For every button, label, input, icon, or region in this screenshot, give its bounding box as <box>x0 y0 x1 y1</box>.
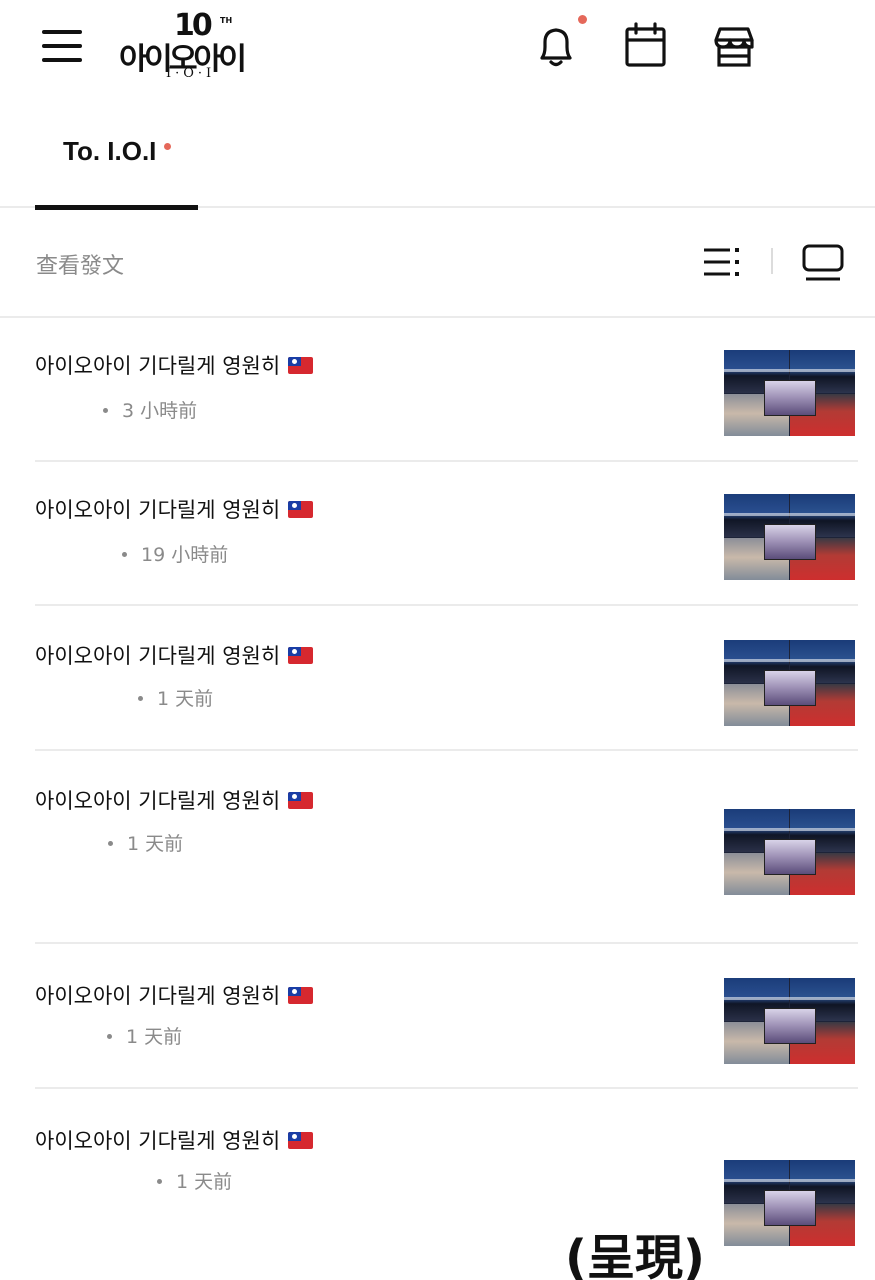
tab-new-dot <box>164 143 171 150</box>
post-thumbnail <box>724 350 855 436</box>
logo-anniversary-suffix: TH <box>220 16 233 25</box>
taiwan-flag-icon <box>288 647 314 664</box>
post-item[interactable]: 아이오아이 기다릴게 영원히 1 天前 <box>35 1089 858 1280</box>
app-header: 10 TH 아이오아이 I·O·I <box>0 0 875 96</box>
post-item[interactable]: 아이오아이 기다릴게 영원히 19 小時前 <box>35 462 858 606</box>
view-posts-label: 查看發文 <box>36 254 125 279</box>
watermark-caption: (呈現) <box>565 1230 705 1280</box>
logo-subtitle: I·O·I <box>166 66 216 81</box>
post-time: 19 小時前 <box>122 540 228 567</box>
post-toolbar: 查看發文 <box>0 210 875 318</box>
tab-label: To. I.O.I <box>63 136 157 166</box>
taiwan-flag-icon <box>288 501 314 518</box>
post-thumbnail <box>724 494 855 580</box>
post-thumbnail <box>724 809 855 895</box>
ioi-10th-logo[interactable]: 10 TH 아이오아이 I·O·I <box>118 8 288 82</box>
post-time: 3 小時前 <box>103 396 197 423</box>
list-view-icon[interactable] <box>700 242 744 282</box>
post-time: 1 天前 <box>157 1167 232 1194</box>
taiwan-flag-icon <box>288 792 314 809</box>
post-title: 아이오아이 기다릴게 영원히 <box>35 350 314 380</box>
toolbar-divider <box>771 248 773 274</box>
taiwan-flag-icon <box>288 1132 314 1149</box>
card-view-icon[interactable] <box>800 240 846 286</box>
tab-to-ioi[interactable]: To. I.O.I <box>35 96 198 210</box>
post-thumbnail <box>724 978 855 1064</box>
post-thumbnail <box>724 1160 855 1246</box>
post-title: 아이오아이 기다릴게 영원히 <box>35 980 314 1010</box>
post-title: 아이오아이 기다릴게 영원히 <box>35 494 314 524</box>
store-icon[interactable] <box>708 20 760 72</box>
taiwan-flag-icon <box>288 987 314 1004</box>
bell-icon[interactable] <box>530 20 582 72</box>
post-item[interactable]: 아이오아이 기다릴게 영원히 1 天前 <box>35 944 858 1089</box>
post-title: 아이오아이 기다릴게 영원히 <box>35 785 314 815</box>
calendar-icon[interactable] <box>620 20 672 72</box>
post-time: 1 天前 <box>108 829 183 856</box>
notification-dot <box>578 15 587 24</box>
menu-icon[interactable] <box>40 26 84 66</box>
post-item[interactable]: 아이오아이 기다릴게 영원히 1 天前 <box>35 606 858 751</box>
tab-bar: To. I.O.I <box>0 96 875 210</box>
post-title: 아이오아이 기다릴게 영원히 <box>35 1125 314 1155</box>
post-time: 1 天前 <box>138 684 213 711</box>
post-item[interactable]: 아이오아이 기다릴게 영원히 1 天前 <box>35 751 858 944</box>
post-thumbnail <box>724 640 855 726</box>
post-item[interactable]: 아이오아이 기다릴게 영원히 3 小時前 <box>35 318 858 462</box>
taiwan-flag-icon <box>288 357 314 374</box>
post-title: 아이오아이 기다릴게 영원히 <box>35 640 314 670</box>
post-time: 1 天前 <box>107 1022 182 1049</box>
